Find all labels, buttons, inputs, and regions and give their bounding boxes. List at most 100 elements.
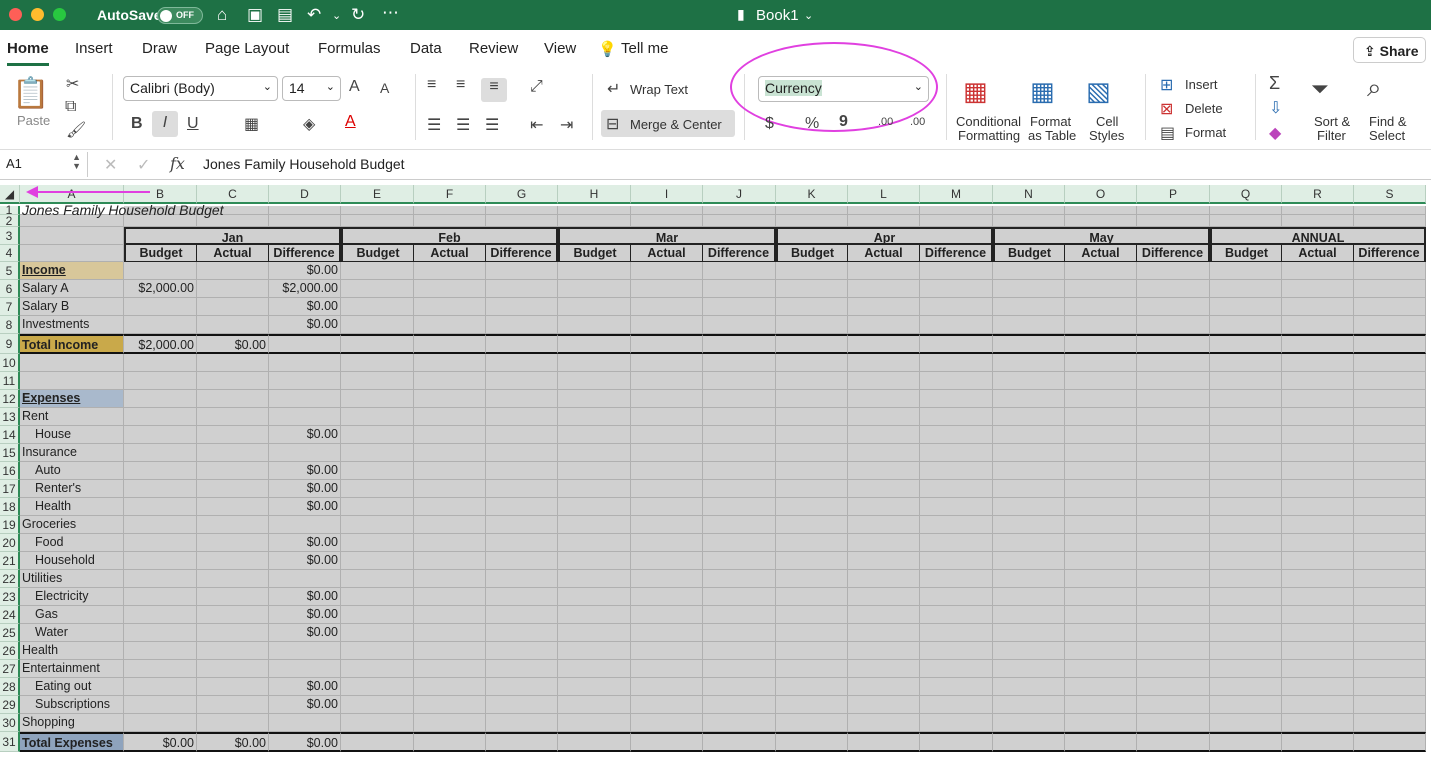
column-header-d[interactable]: D: [269, 185, 341, 204]
format-painter-icon[interactable]: 🖌: [66, 120, 86, 140]
grid-cell[interactable]: [269, 516, 341, 534]
grid-cell[interactable]: $0.00: [269, 606, 341, 624]
grid-cell[interactable]: [1065, 606, 1137, 624]
grid-cell[interactable]: [703, 714, 776, 732]
grid-cell[interactable]: $0.00: [197, 732, 269, 752]
grid-cell[interactable]: [1210, 660, 1282, 678]
grid-cell[interactable]: [1354, 206, 1426, 215]
borders-icon[interactable]: ▦: [244, 114, 259, 134]
grid-cell[interactable]: [631, 298, 703, 316]
grid-cell[interactable]: [341, 462, 414, 480]
grid-cell[interactable]: [486, 298, 558, 316]
grid-cell[interactable]: [486, 215, 558, 227]
grid-cell[interactable]: Household: [20, 552, 124, 570]
grid-cell[interactable]: [1210, 206, 1282, 215]
grid-cell[interactable]: [1065, 316, 1137, 334]
cancel-icon[interactable]: ✕: [104, 155, 117, 175]
grid-cell[interactable]: [631, 606, 703, 624]
grid-cell[interactable]: [341, 354, 414, 372]
grid-cell[interactable]: Jones Family Household Budget: [20, 203, 320, 217]
grid-cell[interactable]: [1137, 498, 1210, 516]
grid-cell[interactable]: [1354, 624, 1426, 642]
grid-cell[interactable]: [1354, 732, 1426, 752]
grid-cell[interactable]: $0.00: [269, 534, 341, 552]
grid-cell[interactable]: [341, 678, 414, 696]
grid-cell[interactable]: [1137, 280, 1210, 298]
grid-cell[interactable]: [1282, 390, 1354, 408]
grid-cell[interactable]: [414, 570, 486, 588]
column-header-k[interactable]: K: [776, 185, 848, 204]
fill-icon[interactable]: ⇩: [1269, 98, 1282, 118]
grid-cell[interactable]: [1210, 534, 1282, 552]
grid-cell[interactable]: [1354, 714, 1426, 732]
grid-cell[interactable]: [920, 215, 993, 227]
grid-cell[interactable]: [1354, 570, 1426, 588]
grid-cell[interactable]: [1137, 316, 1210, 334]
grid-cell[interactable]: [1210, 732, 1282, 752]
grid-cell[interactable]: [124, 462, 197, 480]
grid-cell[interactable]: [414, 606, 486, 624]
grid-cell[interactable]: [1065, 462, 1137, 480]
grid-cell[interactable]: [341, 660, 414, 678]
grid-cell[interactable]: House: [20, 426, 124, 444]
grid-cell[interactable]: [341, 588, 414, 606]
grid-cell[interactable]: [631, 732, 703, 752]
row-header-18[interactable]: 18: [0, 498, 20, 516]
grid-cell[interactable]: [414, 280, 486, 298]
grid-cell[interactable]: [486, 334, 558, 354]
grid-cell[interactable]: [848, 678, 920, 696]
document-title[interactable]: Book1: [756, 7, 799, 24]
grid-cell[interactable]: [341, 408, 414, 426]
grid-cell[interactable]: [414, 206, 486, 215]
grid-cell[interactable]: [1282, 372, 1354, 390]
grid-cell[interactable]: [124, 660, 197, 678]
row-header-21[interactable]: 21: [0, 552, 20, 570]
grid-cell[interactable]: [1137, 570, 1210, 588]
grid-cell[interactable]: [631, 714, 703, 732]
conditional-formatting-label-2[interactable]: Formatting: [958, 128, 1020, 143]
grid-cell[interactable]: [486, 570, 558, 588]
grid-cell[interactable]: [776, 462, 848, 480]
grid-cell[interactable]: [197, 678, 269, 696]
undo-icon[interactable]: ↶: [307, 5, 321, 25]
grid-cell[interactable]: [703, 606, 776, 624]
grid-cell[interactable]: [920, 642, 993, 660]
column-header-n[interactable]: N: [993, 185, 1065, 204]
tab-review[interactable]: Review: [469, 40, 518, 57]
row-header-6[interactable]: 6: [0, 280, 20, 298]
grid-cell[interactable]: [558, 408, 631, 426]
grid-cell[interactable]: [920, 714, 993, 732]
grid-cell[interactable]: [197, 444, 269, 462]
tab-formulas[interactable]: Formulas: [318, 40, 381, 57]
grid-cell[interactable]: [558, 390, 631, 408]
grid-cell[interactable]: [703, 408, 776, 426]
grid-cell[interactable]: [920, 316, 993, 334]
grid-cell[interactable]: [920, 588, 993, 606]
grid-cell[interactable]: [993, 624, 1065, 642]
grid-cell[interactable]: [1137, 516, 1210, 534]
align-center-icon[interactable]: ☰: [456, 115, 470, 135]
grid-cell[interactable]: [1210, 516, 1282, 534]
grid-cell[interactable]: [848, 444, 920, 462]
grid-cell[interactable]: [993, 570, 1065, 588]
grid-cell[interactable]: [703, 624, 776, 642]
grid-cell[interactable]: $2,000.00: [269, 280, 341, 298]
grid-cell[interactable]: [920, 462, 993, 480]
grid-cell[interactable]: [124, 316, 197, 334]
grid-cell[interactable]: [414, 390, 486, 408]
grid-cell[interactable]: [776, 262, 848, 280]
grid-cell[interactable]: [486, 444, 558, 462]
grid-cell[interactable]: [920, 354, 993, 372]
grid-cell[interactable]: [776, 390, 848, 408]
select-all-corner[interactable]: ◢: [0, 185, 20, 204]
grid-cell[interactable]: [848, 714, 920, 732]
grid-cell[interactable]: [124, 570, 197, 588]
grid-cell[interactable]: [848, 570, 920, 588]
grid-cell[interactable]: [486, 354, 558, 372]
grid-cell[interactable]: $0.00: [269, 552, 341, 570]
grid-cell[interactable]: [197, 262, 269, 280]
grid-cell[interactable]: [1282, 334, 1354, 354]
tab-home[interactable]: Home: [7, 40, 49, 66]
grid-cell[interactable]: [631, 498, 703, 516]
grid-cell[interactable]: [631, 354, 703, 372]
